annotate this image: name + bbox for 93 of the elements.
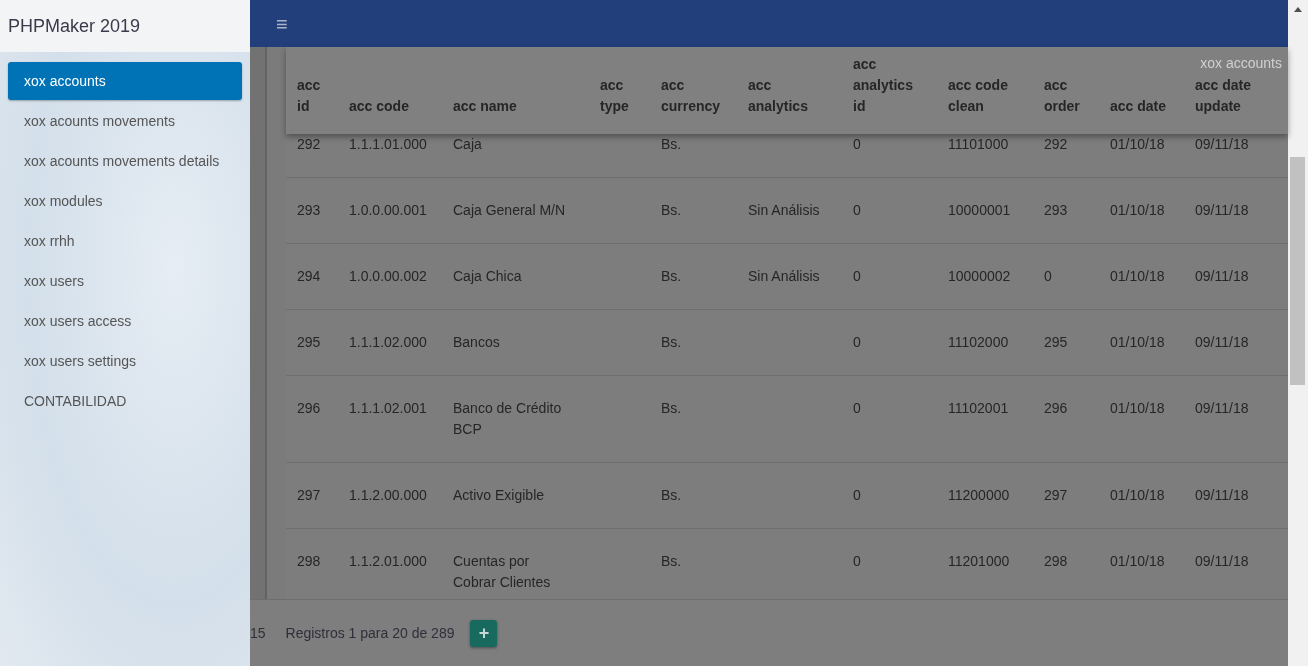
table-cell: Caja Chica (453, 268, 522, 284)
table-cell: Sin Análisis (748, 268, 820, 284)
table-cell: Banco de Crédito BCP (453, 400, 562, 437)
menu-toggle[interactable]: ≡ (276, 13, 288, 34)
table-cell: 11102000 (948, 334, 1009, 350)
table-cell: 09/11/18 (1195, 553, 1249, 569)
column-header[interactable]: acc currency (661, 75, 728, 134)
column-header[interactable]: acc name (453, 96, 580, 134)
table-cell: 0 (1044, 268, 1052, 284)
table-cell: 0 (853, 553, 861, 569)
table-cell: 09/11/18 (1195, 400, 1249, 416)
column-header[interactable]: acc date (1110, 96, 1175, 134)
table-cell: 296 (297, 400, 321, 416)
records-count: Registros 1 para 20 de 289 (285, 625, 455, 641)
table-cell: 295 (1044, 334, 1068, 350)
table-cell: 10000001 (948, 202, 1011, 218)
scrollbar-thumb[interactable] (1290, 157, 1305, 385)
table-cell: 0 (853, 268, 861, 284)
table-cell: 11201000 (948, 553, 1010, 569)
table-cell: 293 (1044, 202, 1068, 218)
table-cell: Activo Exigible (453, 487, 545, 503)
sidebar-item[interactable]: xox users access (8, 302, 242, 340)
table-cell: 11200000 (948, 487, 1010, 503)
table-cell: Bs. (661, 334, 682, 350)
sidebar-item[interactable]: xox users (8, 262, 242, 300)
table-cell: 0 (853, 400, 861, 416)
pager-text: 15 (250, 625, 266, 641)
table-cell: 298 (1044, 553, 1068, 569)
sidebar-item[interactable]: xox acounts movements (8, 102, 242, 140)
column-header[interactable]: acc id (297, 75, 329, 134)
sidebar-item[interactable]: xox modules (8, 182, 242, 220)
table-cell: 1.1.1.02.001 (349, 400, 427, 416)
table-cell: 1.0.0.00.001 (349, 202, 427, 218)
sidebar-item[interactable]: xox accounts (8, 62, 242, 100)
column-header[interactable]: acc date update (1195, 75, 1267, 134)
breadcrumb[interactable]: xox accounts (1200, 55, 1282, 71)
table-cell: 1.1.2.01.000 (349, 553, 427, 569)
table-cell: 09/11/18 (1195, 202, 1249, 218)
app-brand[interactable]: PHPMaker 2019 (0, 0, 250, 52)
column-header[interactable]: acc analytics id (853, 54, 928, 134)
table-cell: 09/11/18 (1195, 136, 1249, 152)
table-cell: 01/10/18 (1110, 553, 1165, 569)
column-header[interactable]: acc type (600, 75, 641, 134)
table-cell: 01/10/18 (1110, 268, 1165, 284)
sidebar-item[interactable]: xox rrhh (8, 222, 242, 260)
table-cell: 11102001 (948, 400, 1009, 416)
table-cell: 0 (853, 136, 861, 152)
table-cell: 01/10/18 (1110, 202, 1165, 218)
sidebar-item[interactable]: xox acounts movements details (8, 142, 242, 180)
column-header[interactable]: acc code clean (948, 75, 1024, 134)
table-cell: 0 (853, 202, 861, 218)
table-cell: 1.1.1.01.000 (349, 136, 427, 152)
table-cell: 01/10/18 (1110, 487, 1165, 503)
table-cell: 293 (297, 202, 321, 218)
table-cell: Bs. (661, 136, 682, 152)
table-cell: 1.1.1.02.000 (349, 334, 427, 350)
table-cell: 0 (853, 487, 861, 503)
table-cell: Sin Análisis (748, 202, 820, 218)
table-cell: 1.0.0.00.002 (349, 268, 427, 284)
table-cell: Bs. (661, 487, 682, 503)
table-cell: 09/11/18 (1195, 268, 1249, 284)
column-header[interactable]: acc code (349, 96, 433, 134)
table-cell: Caja General M/N (453, 202, 566, 218)
table-cell: 10000002 (948, 268, 1011, 284)
table-cell: 09/11/18 (1195, 334, 1249, 350)
table-cell: 11101000 (948, 136, 1009, 152)
table-cell: 295 (297, 334, 321, 350)
table-cell: 297 (297, 487, 321, 503)
table-cell: Bs. (661, 268, 682, 284)
table-cell: 292 (1044, 136, 1068, 152)
table-cell: 01/10/18 (1110, 400, 1165, 416)
table-cell: Bs. (661, 400, 682, 416)
column-header[interactable]: acc order (1044, 75, 1090, 134)
sidebar-item[interactable]: CONTABILIDAD (8, 382, 242, 420)
table-cell: Bs. (661, 202, 682, 218)
add-button[interactable]: + (470, 619, 498, 647)
table-cell: 0 (853, 334, 861, 350)
table-cell: 292 (297, 136, 321, 152)
table-cell: 296 (1044, 400, 1068, 416)
table-cell: 1.1.2.00.000 (349, 487, 427, 503)
table-cell: 01/10/18 (1110, 334, 1165, 350)
table-cell: 297 (1044, 487, 1068, 503)
table-cell: Bs. (661, 553, 682, 569)
scroll-up-icon[interactable] (1294, 7, 1302, 12)
table-cell: Cuentas por Cobrar Clientes (453, 553, 551, 590)
table-cell: Caja (453, 136, 482, 152)
table-cell: 294 (297, 268, 321, 284)
table-cell: Bancos (453, 334, 500, 350)
table-cell: 01/10/18 (1110, 136, 1165, 152)
column-header[interactable]: acc analytics (748, 75, 833, 134)
table-cell: 09/11/18 (1195, 487, 1249, 503)
table-cell: 298 (297, 553, 321, 569)
sidebar-item[interactable]: xox users settings (8, 342, 242, 380)
